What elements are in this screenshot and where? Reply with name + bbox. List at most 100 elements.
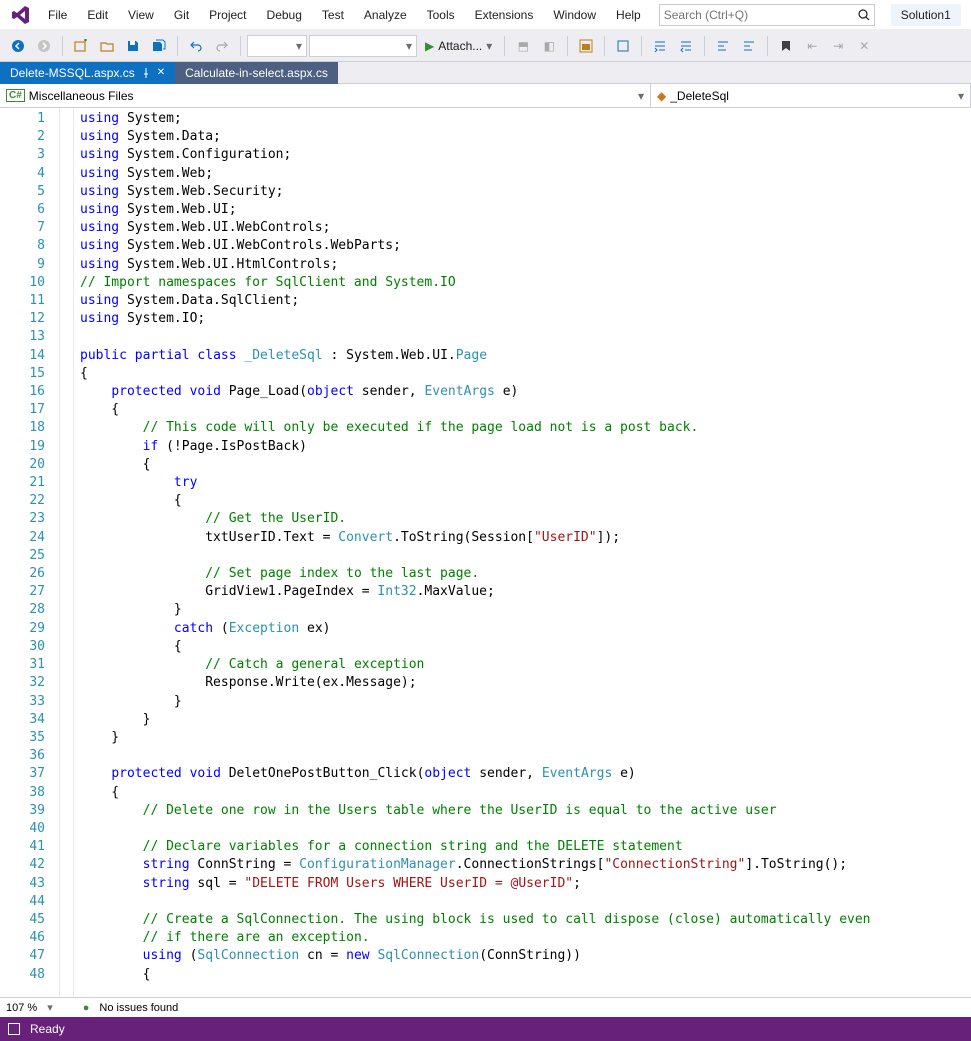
- code-line[interactable]: }: [80, 693, 971, 711]
- code-line[interactable]: using System.IO;: [80, 310, 971, 328]
- code-line[interactable]: protected void DeletOnePostButton_Click(…: [80, 765, 971, 783]
- prev-bookmark-icon[interactable]: ⇤: [800, 34, 824, 58]
- code-area[interactable]: using System;using System.Data;using Sys…: [74, 108, 971, 997]
- zoom-level[interactable]: 107 %: [6, 1002, 37, 1014]
- nav-project-combo[interactable]: C# Miscellaneous Files ▾: [0, 84, 651, 107]
- code-line[interactable]: // Get the UserID.: [80, 510, 971, 528]
- code-line[interactable]: public partial class _DeleteSql : System…: [80, 347, 971, 365]
- tab[interactable]: Delete-MSSQL.aspx.cs✕: [0, 62, 175, 84]
- code-line[interactable]: }: [80, 711, 971, 729]
- code-line[interactable]: [80, 547, 971, 565]
- tb-icon[interactable]: [611, 34, 635, 58]
- code-line[interactable]: {: [80, 456, 971, 474]
- open-button[interactable]: [95, 34, 119, 58]
- nav-class-combo[interactable]: ◆ _DeleteSql ▾: [651, 84, 971, 107]
- issues-label: No issues found: [99, 1002, 178, 1014]
- chevron-down-icon[interactable]: ▾: [47, 1001, 53, 1014]
- back-button[interactable]: [6, 34, 30, 58]
- code-line[interactable]: }: [80, 601, 971, 619]
- clear-bookmark-icon[interactable]: ✕: [852, 34, 876, 58]
- menu-item-extensions[interactable]: Extensions: [465, 4, 544, 26]
- uncomment-icon[interactable]: [737, 34, 761, 58]
- output-window-icon[interactable]: [8, 1023, 20, 1035]
- code-line[interactable]: {: [80, 966, 971, 984]
- code-line[interactable]: {: [80, 401, 971, 419]
- code-line[interactable]: // if there are an exception.: [80, 929, 971, 947]
- pin-icon[interactable]: [141, 68, 151, 78]
- code-line[interactable]: [80, 328, 971, 346]
- menu-item-file[interactable]: File: [38, 4, 77, 26]
- code-line[interactable]: using System.Configuration;: [80, 146, 971, 164]
- close-icon[interactable]: ✕: [157, 67, 165, 78]
- solution-platform-combo[interactable]: ▾: [309, 35, 417, 57]
- menu-item-tools[interactable]: Tools: [417, 4, 465, 26]
- comment-icon[interactable]: [711, 34, 735, 58]
- tb-icon[interactable]: ⬒: [511, 34, 535, 58]
- next-bookmark-icon[interactable]: ⇥: [826, 34, 850, 58]
- code-line[interactable]: // Delete one row in the Users table whe…: [80, 802, 971, 820]
- code-line[interactable]: using System.Data.SqlClient;: [80, 292, 971, 310]
- code-line[interactable]: {: [80, 365, 971, 383]
- code-line[interactable]: // Set page index to the last page.: [80, 565, 971, 583]
- bookmark-icon[interactable]: [774, 34, 798, 58]
- code-line[interactable]: using System.Data;: [80, 128, 971, 146]
- code-line[interactable]: // This code will only be executed if th…: [80, 419, 971, 437]
- menu-item-debug[interactable]: Debug: [257, 4, 312, 26]
- code-line[interactable]: [80, 820, 971, 838]
- code-line[interactable]: using System;: [80, 110, 971, 128]
- search-box[interactable]: [659, 4, 875, 26]
- code-line[interactable]: // Catch a general exception: [80, 656, 971, 674]
- tab[interactable]: Calculate-in-select.aspx.cs: [175, 62, 338, 84]
- code-line[interactable]: {: [80, 784, 971, 802]
- redo-button[interactable]: [210, 34, 234, 58]
- code-line[interactable]: using System.Web.UI.WebControls;: [80, 219, 971, 237]
- save-button[interactable]: [121, 34, 145, 58]
- outdent-icon[interactable]: [674, 34, 698, 58]
- code-line[interactable]: catch (Exception ex): [80, 620, 971, 638]
- nav-project-label: Miscellaneous Files: [29, 89, 134, 103]
- code-editor[interactable]: 1234567891011121314151617181920212223242…: [0, 108, 971, 997]
- code-line[interactable]: using (SqlConnection cn = new SqlConnect…: [80, 947, 971, 965]
- code-line[interactable]: {: [80, 638, 971, 656]
- indent-icon[interactable]: [648, 34, 672, 58]
- code-line[interactable]: protected void Page_Load(object sender, …: [80, 383, 971, 401]
- menu-item-analyze[interactable]: Analyze: [354, 4, 417, 26]
- save-all-button[interactable]: [147, 34, 171, 58]
- menu-item-test[interactable]: Test: [312, 4, 354, 26]
- menu-item-project[interactable]: Project: [199, 4, 256, 26]
- menu-item-git[interactable]: Git: [164, 4, 199, 26]
- code-line[interactable]: }: [80, 729, 971, 747]
- code-line[interactable]: using System.Web.UI;: [80, 201, 971, 219]
- code-line[interactable]: GridView1.PageIndex = Int32.MaxValue;: [80, 583, 971, 601]
- code-line[interactable]: using System.Web.UI.WebControls.WebParts…: [80, 237, 971, 255]
- menu-item-window[interactable]: Window: [543, 4, 606, 26]
- code-line[interactable]: [80, 747, 971, 765]
- code-line[interactable]: using System.Web.UI.HtmlControls;: [80, 256, 971, 274]
- code-line[interactable]: txtUserID.Text = Convert.ToString(Sessio…: [80, 529, 971, 547]
- menu-item-edit[interactable]: Edit: [77, 4, 118, 26]
- code-line[interactable]: [80, 893, 971, 911]
- statusbar: Ready: [0, 1017, 971, 1041]
- code-line[interactable]: // Create a SqlConnection. The using blo…: [80, 911, 971, 929]
- tb-icon[interactable]: ◧: [537, 34, 561, 58]
- code-line[interactable]: // Import namespaces for SqlClient and S…: [80, 274, 971, 292]
- solution-label[interactable]: Solution1: [891, 4, 961, 26]
- code-line[interactable]: // Declare variables for a connection st…: [80, 838, 971, 856]
- tb-icon[interactable]: [574, 34, 598, 58]
- code-line[interactable]: using System.Web.Security;: [80, 183, 971, 201]
- code-line[interactable]: Response.Write(ex.Message);: [80, 674, 971, 692]
- search-input[interactable]: [664, 8, 854, 22]
- code-line[interactable]: string sql = "DELETE FROM Users WHERE Us…: [80, 875, 971, 893]
- code-line[interactable]: if (!Page.IsPostBack): [80, 438, 971, 456]
- menu-item-help[interactable]: Help: [606, 4, 651, 26]
- undo-button[interactable]: [184, 34, 208, 58]
- code-line[interactable]: string ConnString = ConfigurationManager…: [80, 856, 971, 874]
- menu-item-view[interactable]: View: [118, 4, 164, 26]
- code-line[interactable]: using System.Web;: [80, 165, 971, 183]
- forward-button[interactable]: [32, 34, 56, 58]
- solution-config-combo[interactable]: ▾: [247, 35, 307, 57]
- new-project-button[interactable]: [69, 34, 93, 58]
- code-line[interactable]: try: [80, 474, 971, 492]
- attach-button[interactable]: ▶ Attach... ▾: [419, 34, 498, 58]
- code-line[interactable]: {: [80, 492, 971, 510]
